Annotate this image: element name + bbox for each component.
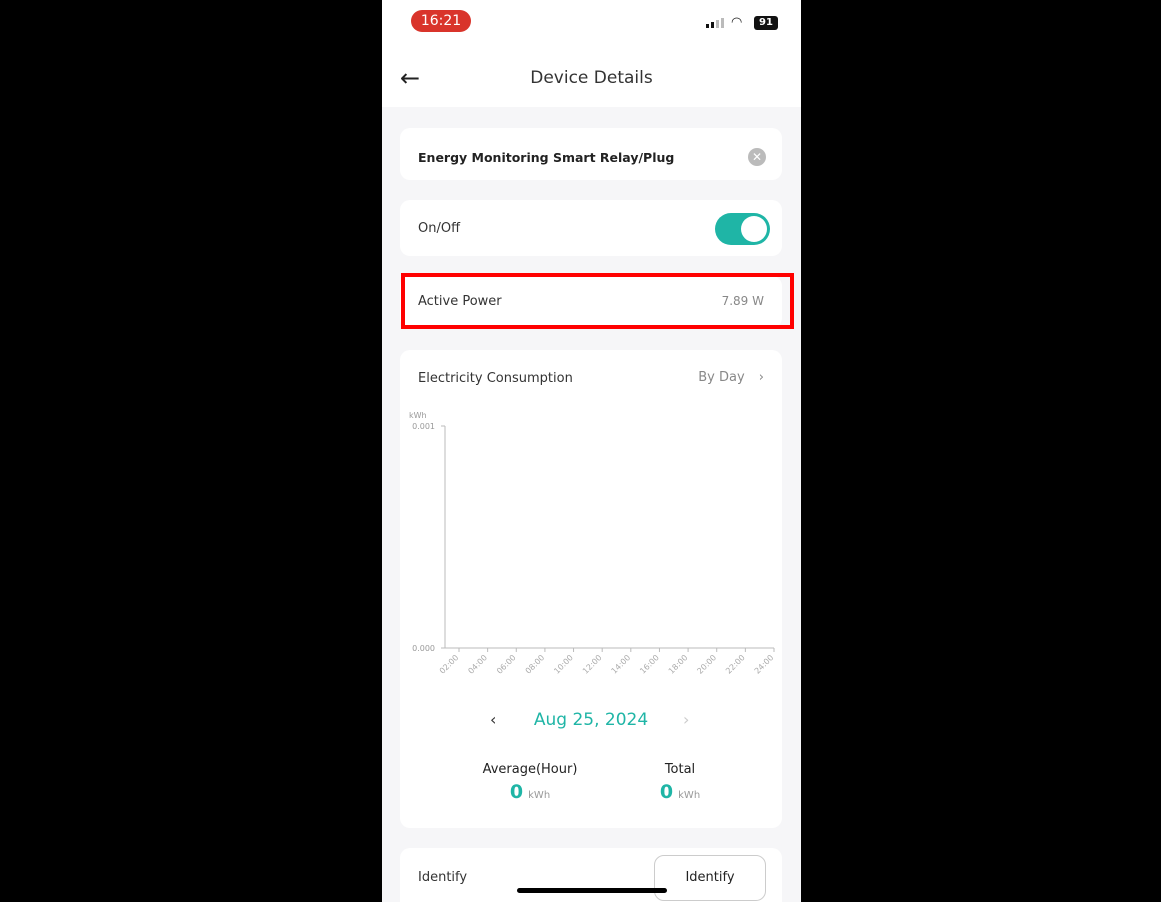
battery-icon: 91	[754, 16, 778, 30]
date-label: Aug 25, 2024	[533, 710, 649, 730]
x-tick-label: 06:00	[495, 653, 518, 676]
x-tick-label: 14:00	[610, 653, 633, 676]
page-title: Device Details	[530, 68, 653, 88]
total-label: Total	[664, 762, 696, 777]
wifi-icon: ◠	[731, 15, 743, 30]
y-axis-label: kWh	[409, 411, 427, 420]
x-tick-label: 12:00	[581, 653, 604, 676]
y-tick-label: 0.000	[412, 644, 435, 653]
device-name: Energy Monitoring Smart Relay/Plug	[418, 150, 675, 165]
average-unit: kWh	[528, 790, 551, 801]
x-tick-label: 16:00	[638, 653, 661, 676]
signal-icon	[706, 18, 724, 28]
consumption-chart: kWh 0.001 0.00002:00 04:00 06:00 08:00 10:00 1…	[409, 411, 776, 676]
x-tick-label: 08:00	[524, 653, 547, 676]
total-value: 0	[659, 781, 674, 803]
x-tick-label: 22:00	[724, 653, 747, 676]
x-tick-label: 04:00	[466, 653, 489, 676]
x-tick-label: 24:00	[753, 653, 776, 676]
onoff-card: On/Off	[400, 200, 782, 256]
phone-screen: 16:21 ◠ 91 ← Device Details Energy Monit…	[382, 0, 801, 902]
average-stat: Average(Hour) 0 kWh	[460, 762, 600, 803]
clear-icon[interactable]: ✕	[748, 148, 766, 166]
period-selector[interactable]: By Day ›	[698, 370, 764, 385]
onoff-label: On/Off	[418, 221, 461, 236]
y-tick-label: 0.001	[412, 422, 435, 431]
next-date-button[interactable]: ›	[683, 710, 689, 729]
status-time: 16:21	[411, 10, 471, 32]
x-tick-label: 18:00	[667, 653, 690, 676]
x-tick-label: 02:00	[438, 653, 461, 676]
chevron-right-icon: ›	[758, 370, 764, 385]
consumption-title: Electricity Consumption	[418, 371, 573, 386]
home-indicator[interactable]	[517, 888, 667, 893]
x-tick-label: 20:00	[695, 653, 718, 676]
period-label: By Day	[698, 370, 745, 385]
header: 16:21 ◠ 91 ← Device Details	[382, 0, 801, 107]
consumption-card: Electricity Consumption By Day › kWh 0.0…	[400, 350, 782, 828]
onoff-toggle[interactable]	[715, 213, 770, 245]
identify-card: Identify Identify	[400, 848, 782, 902]
x-tick-label: 10:00	[552, 653, 575, 676]
highlight-box	[401, 273, 794, 329]
device-name-card: Energy Monitoring Smart Relay/Plug ✕	[400, 128, 782, 180]
identify-button[interactable]: Identify	[654, 855, 766, 901]
total-unit: kWh	[678, 790, 701, 801]
average-label: Average(Hour)	[482, 762, 578, 777]
total-stat: Total 0 kWh	[630, 762, 730, 803]
average-value: 0	[509, 781, 524, 803]
identify-label: Identify	[418, 870, 468, 885]
